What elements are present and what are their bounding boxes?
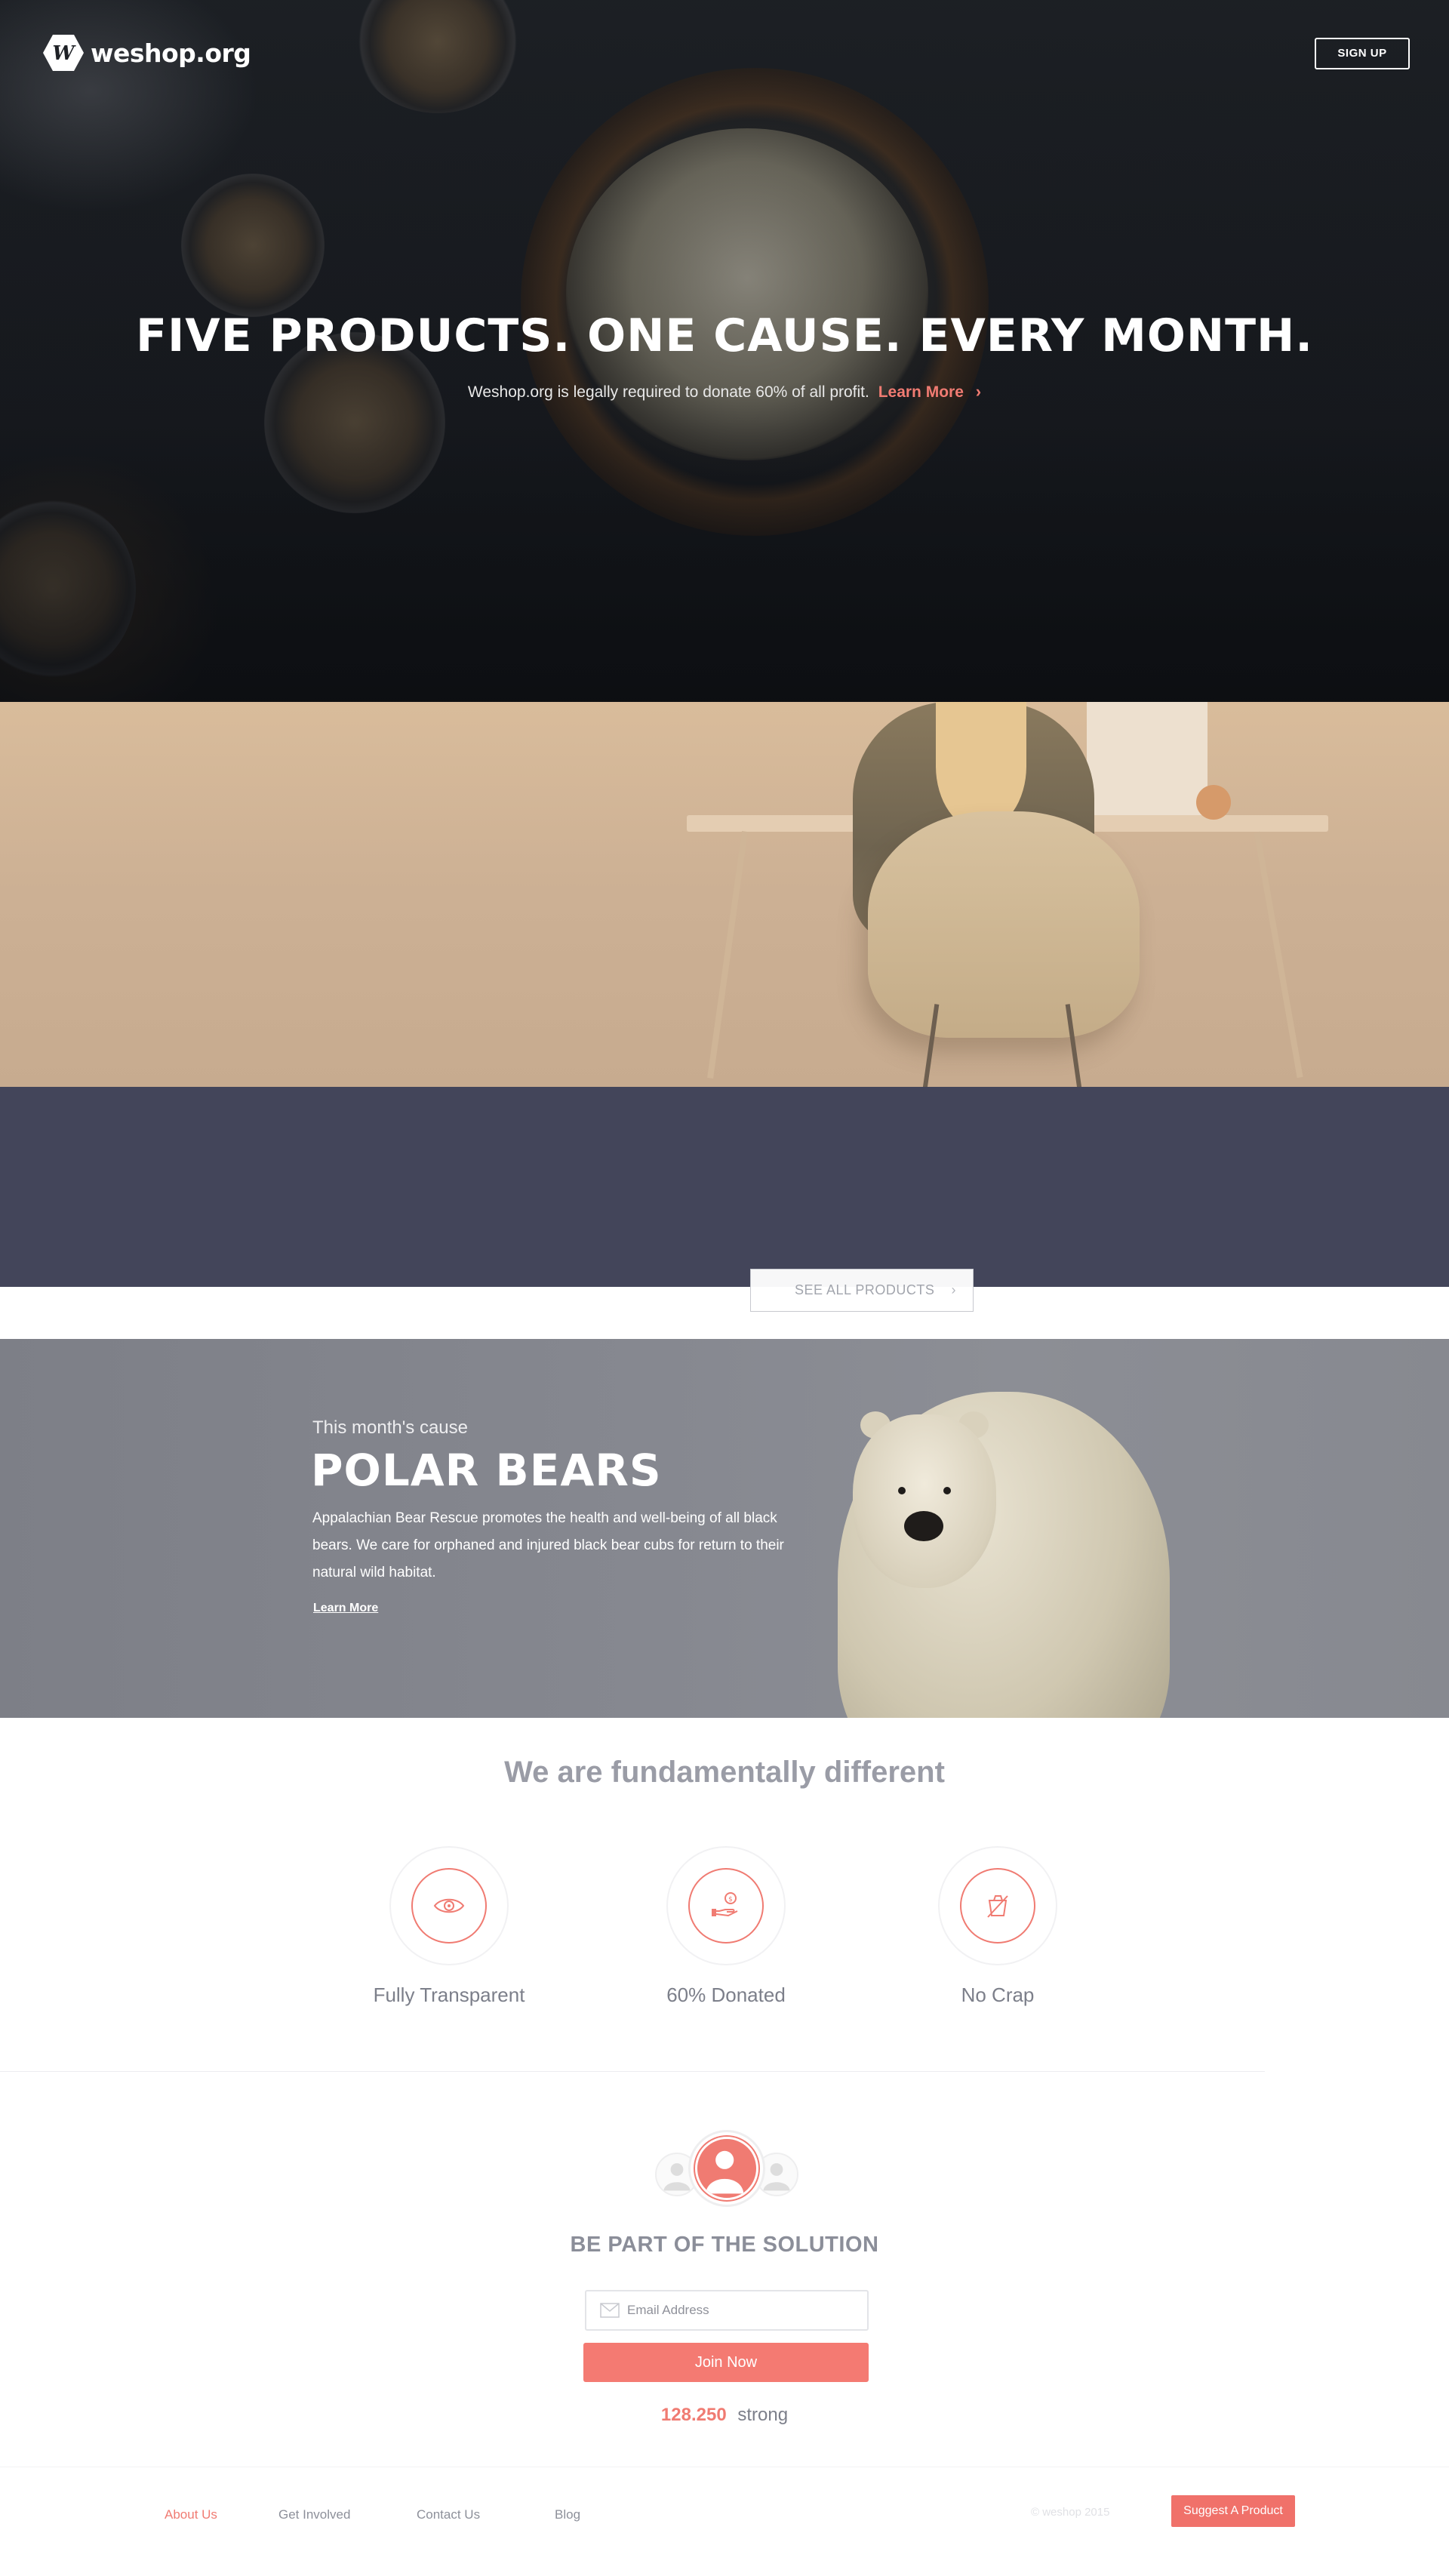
cause-description: Appalachian Bear Rescue promotes the hea… <box>312 1510 784 1580</box>
feature-item: No Crap <box>900 1846 1096 2007</box>
cause-learn-more-link[interactable]: Learn More <box>313 1602 378 1615</box>
desk-leg-decoration <box>707 831 748 1079</box>
feature-label: No Crap <box>961 1984 1035 2006</box>
member-count: 128.250 strong <box>0 2405 1449 2426</box>
desk-leg-decoration <box>1254 831 1303 1079</box>
vase-decoration <box>1196 785 1231 820</box>
see-all-products-label: SEE ALL PRODUCTS <box>795 1282 935 1297</box>
mail-icon <box>600 2303 620 2318</box>
hero-subtitle-text: Weshop.org is legally required to donate… <box>467 383 869 401</box>
member-count-label: strong <box>737 2405 789 2425</box>
feature-label: 60% Donated <box>666 1984 786 2006</box>
feature-icon-ring <box>938 1846 1057 1965</box>
hero-subtitle: Weshop.org is legally required to donate… <box>0 382 1449 402</box>
footer-link-about-us[interactable]: About Us <box>165 2507 217 2522</box>
products-dark-band <box>0 1087 1449 1287</box>
polar-bear-nose <box>904 1511 943 1541</box>
svg-text:W: W <box>52 42 76 65</box>
feature-icon-ring: $ <box>666 1846 786 1965</box>
hand-coin-icon: $ <box>688 1868 764 1944</box>
feature-label: Fully Transparent <box>373 1984 525 2006</box>
member-count-number: 128.250 <box>660 2405 727 2425</box>
copyright: © weshop 2015 <box>1031 2506 1110 2519</box>
cause-kicker: This month's cause <box>312 1417 469 1438</box>
signup-button[interactable]: SIGN UP <box>1315 38 1410 69</box>
hero-title: FIVE PRODUCTS. ONE CAUSE. EVERY MONTH. <box>135 309 1314 362</box>
join-now-button[interactable]: Join Now <box>583 2343 869 2382</box>
chair-decoration <box>868 811 1140 1038</box>
no-trash-icon <box>960 1868 1035 1944</box>
footer-link-blog[interactable]: Blog <box>555 2507 580 2522</box>
chevron-right-icon: › <box>951 1282 956 1297</box>
footer-link-contact-us[interactable]: Contact Us <box>417 2507 480 2522</box>
email-input[interactable] <box>627 2303 854 2318</box>
logo[interactable]: W weshop.org <box>42 33 251 72</box>
eye-icon <box>411 1868 487 1944</box>
section-divider <box>0 2071 1265 2072</box>
suggest-product-button[interactable]: Suggest A Product <box>1171 2495 1295 2527</box>
features-title: We are fundamentally different <box>504 1756 945 1789</box>
hero-learn-more-link[interactable]: Learn More <box>878 383 964 401</box>
polar-bear-eye <box>943 1487 951 1494</box>
footer-link-get-involved[interactable]: Get Involved <box>278 2507 350 2522</box>
cause-title: POLAR BEARS <box>311 1445 662 1496</box>
polar-bear-head <box>853 1414 996 1588</box>
logo-text: weshop.org <box>91 38 251 68</box>
monitor-decoration <box>1087 702 1208 823</box>
polar-bear-eye <box>898 1487 906 1494</box>
community-avatars <box>651 2130 801 2214</box>
cta-title: BE PART OF THE SOLUTION <box>570 2233 879 2257</box>
feature-item: $ 60% Donated <box>628 1846 824 2007</box>
user-icon <box>695 2137 758 2200</box>
logo-hexagon-icon: W <box>42 33 85 72</box>
feature-icon-ring <box>389 1846 509 1965</box>
chevron-right-icon: › <box>975 382 982 401</box>
email-field[interactable] <box>585 2290 869 2331</box>
products-image-strip <box>0 702 1449 1087</box>
svg-text:$: $ <box>728 1896 733 1904</box>
feature-item: Fully Transparent <box>351 1846 547 2007</box>
see-all-products-button[interactable]: SEE ALL PRODUCTS › <box>750 1269 974 1312</box>
avatar-primary <box>688 2130 765 2207</box>
hero-section: W weshop.org SIGN UP FIVE PRODUCTS. ONE … <box>0 0 1449 702</box>
